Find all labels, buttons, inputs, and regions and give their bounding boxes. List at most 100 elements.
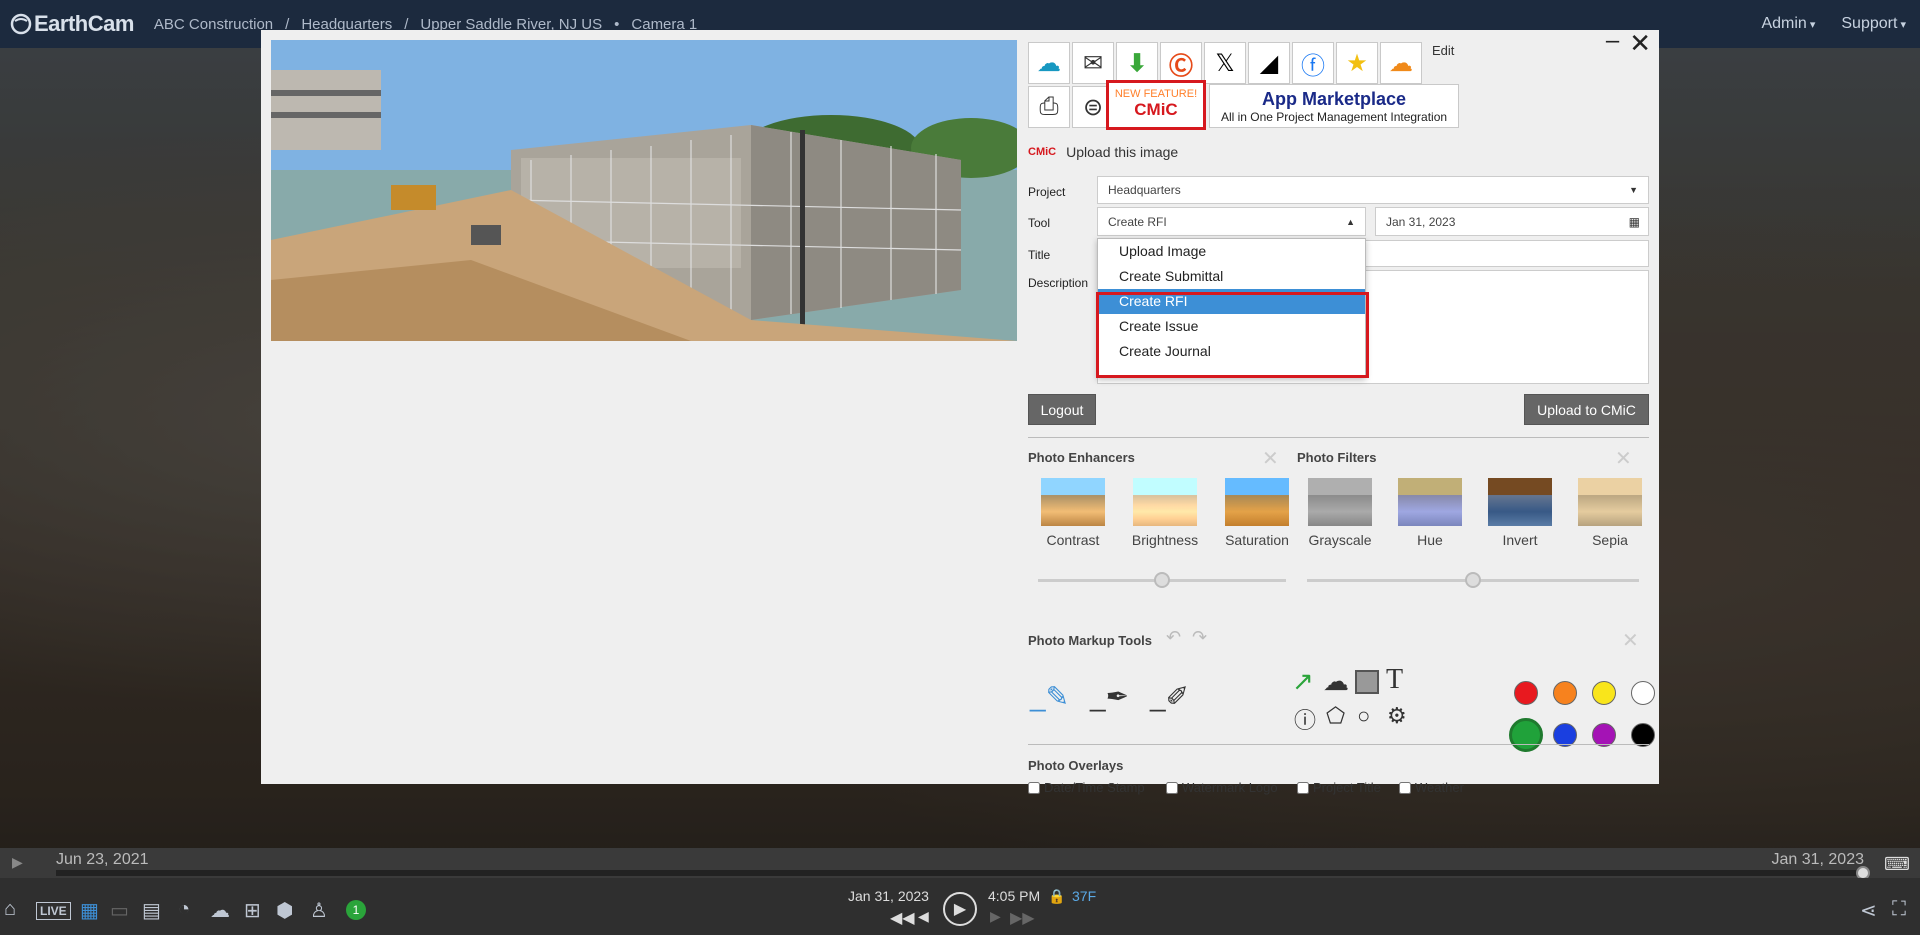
overlay-project-title-checkbox[interactable] — [1297, 781, 1309, 794]
breadcrumb-company[interactable]: ABC Construction — [154, 16, 273, 33]
favorite-star-icon[interactable]: ★ — [1336, 42, 1378, 84]
filter-sepia[interactable]: Sepia — [1565, 478, 1655, 548]
info-tool-icon[interactable]: ⓘ — [1294, 703, 1316, 735]
timeline-play-icon[interactable]: ▶ — [12, 854, 23, 871]
keyboard-icon[interactable]: ⌨ — [1884, 854, 1910, 875]
app-marketplace-title: App Marketplace — [1261, 89, 1407, 109]
support-menu[interactable]: Support — [1841, 15, 1906, 33]
fullscreen-icon[interactable]: ⛶ — [1892, 898, 1906, 921]
admin-menu[interactable]: Admin — [1761, 15, 1815, 33]
color-swatch[interactable] — [1509, 718, 1543, 752]
weather-icon[interactable]: ☁ — [210, 898, 230, 923]
timelapse-icon[interactable]: ▤ — [142, 898, 161, 923]
color-swatch[interactable] — [1514, 681, 1538, 705]
overlay-datetime-checkbox[interactable] — [1028, 781, 1040, 794]
edit-link[interactable]: Edit — [1432, 43, 1454, 58]
skip-forward-icon[interactable]: ▶▶ — [1010, 908, 1035, 928]
play-button[interactable]: ▶ — [943, 892, 977, 926]
overlay-weather[interactable]: Weather — [1399, 780, 1464, 795]
download-icon[interactable]: ⬇ — [1116, 42, 1158, 84]
new-feature-cmic-button[interactable]: NEW FEATURE! CMiC — [1106, 80, 1206, 130]
email-icon[interactable]: ✉ — [1072, 42, 1114, 84]
cloud-app-icon[interactable]: ☁ — [1380, 42, 1422, 84]
polygon-tool-icon[interactable]: ⬠ — [1326, 703, 1345, 729]
close-markup-icon[interactable]: ✕ — [1622, 628, 1639, 653]
speedometer-icon[interactable]: ◔ — [178, 898, 190, 921]
brightness-thumb — [1133, 478, 1197, 526]
person-icon[interactable]: ♙ — [310, 898, 328, 923]
cmic-app-icon[interactable]: Ⓒ — [1160, 42, 1202, 84]
overlay-project-title[interactable]: Project Title — [1297, 780, 1381, 795]
tool-option-create-submittal[interactable]: Create Submittal — [1098, 264, 1365, 289]
facebook-icon[interactable]: ⓕ — [1292, 42, 1334, 84]
overlay-watermark[interactable]: Watermark Logo — [1166, 780, 1278, 795]
share-icon[interactable]: ⋖ — [1860, 898, 1877, 923]
autodesk-icon[interactable]: ◢ — [1248, 42, 1290, 84]
cloud-tool-icon[interactable]: ☁ — [1323, 666, 1349, 697]
filter-hue[interactable]: Hue — [1385, 478, 1475, 548]
share-modal: – ✕ ☁ ✉ ⬇ Ⓒ 𝕏 ◢ ⓕ ★ ☁ Edit ⎙ ⊜ NEW FEATU… — [261, 29, 1659, 795]
color-swatch[interactable] — [1592, 681, 1616, 705]
pencil-tool-icon[interactable]: _✎ — [1030, 680, 1069, 713]
cube-icon[interactable]: ⬢ — [276, 898, 293, 923]
timeline-end-date: Jan 31, 2023 — [1771, 851, 1864, 868]
overlay-datetime[interactable]: Date/Time Stamp — [1028, 780, 1145, 795]
live-button[interactable]: LIVE — [36, 902, 71, 920]
step-back-icon[interactable]: ◀ — [918, 908, 929, 925]
color-swatch[interactable] — [1631, 681, 1655, 705]
app-marketplace-button[interactable]: App Marketplace All in One Project Manag… — [1209, 84, 1459, 128]
calendar-icon[interactable]: ▦ — [1629, 215, 1640, 229]
hue-thumb — [1398, 478, 1462, 526]
cmic-small-logo: CMiC — [1028, 146, 1057, 158]
notification-badge[interactable]: 1 — [346, 900, 366, 920]
film-icon[interactable]: ▦ — [80, 898, 99, 923]
close-enhancers-icon[interactable]: ✕ — [1262, 446, 1279, 471]
contrast-thumb — [1041, 478, 1105, 526]
close-filters-icon[interactable]: ✕ — [1615, 446, 1632, 471]
print-icon[interactable]: ⎙ — [1028, 86, 1070, 128]
player-bar: ⌂ LIVE ▦ ▭ ▤ ◔ ☁ ⊞ ⬢ ♙ 1 Jan 31, 2023 4:… — [0, 878, 1920, 935]
salesforce-icon[interactable]: ☁ — [1028, 42, 1070, 84]
overlay-watermark-checkbox[interactable] — [1166, 781, 1178, 794]
timeline-start-date: Jun 23, 2021 — [56, 851, 149, 868]
timeline-track[interactable] — [56, 870, 1866, 876]
date-input[interactable]: Jan 31, 2023 ▦ — [1375, 207, 1649, 236]
enhancer-contrast[interactable]: Contrast — [1028, 478, 1118, 548]
tool-option-upload-image[interactable]: Upload Image — [1098, 239, 1365, 264]
filter-slider-knob[interactable] — [1465, 572, 1481, 588]
pen-tool-icon[interactable]: _✒ — [1090, 680, 1129, 713]
text-tool-icon[interactable]: T — [1386, 664, 1403, 696]
circle-tool-icon[interactable]: ○ — [1357, 703, 1370, 729]
temperature: 37F — [1072, 888, 1097, 904]
enhancer-slider-knob[interactable] — [1154, 572, 1170, 588]
marker-tool-icon[interactable]: _✐ — [1150, 680, 1189, 713]
overlay-label: Weather — [1415, 780, 1464, 795]
enhancer-saturation[interactable]: Saturation — [1212, 478, 1302, 548]
saturation-thumb — [1225, 478, 1289, 526]
filter-invert[interactable]: Invert — [1475, 478, 1565, 548]
app-marketplace-subtitle: All in One Project Management Integratio… — [1220, 110, 1448, 124]
undo-icon[interactable]: ↶ — [1166, 627, 1181, 648]
enhancer-brightness[interactable]: Brightness — [1120, 478, 1210, 548]
logout-button[interactable]: Logout — [1028, 394, 1096, 425]
home-icon[interactable]: ⌂ — [4, 898, 16, 921]
grid-icon[interactable]: ⊞ — [244, 898, 261, 923]
highlight-box — [1096, 292, 1369, 378]
filter-grayscale[interactable]: Grayscale — [1295, 478, 1385, 548]
x-twitter-icon[interactable]: 𝕏 — [1204, 42, 1246, 84]
earthcam-logo[interactable]: EarthCam — [10, 11, 134, 37]
color-swatch[interactable] — [1553, 681, 1577, 705]
redo-icon[interactable]: ↷ — [1192, 627, 1207, 648]
skip-back-icon[interactable]: ◀◀ — [890, 908, 915, 928]
rectangle-tool-icon[interactable] — [1355, 670, 1379, 694]
stamp-tool-icon[interactable]: ⚙ — [1387, 703, 1407, 729]
step-forward-icon[interactable]: ▶ — [990, 908, 1001, 925]
filter-label: Grayscale — [1308, 532, 1372, 548]
earthcam-globe-icon — [10, 13, 32, 35]
project-select[interactable]: Headquarters ▼ — [1097, 176, 1649, 204]
arrow-tool-icon[interactable]: ↗ — [1292, 666, 1314, 697]
hd-icon[interactable]: ▭ — [110, 898, 129, 923]
overlay-weather-checkbox[interactable] — [1399, 781, 1411, 794]
upload-to-cmic-button[interactable]: Upload to CMiC — [1524, 394, 1649, 425]
tool-select[interactable]: Create RFI ▲ — [1097, 207, 1366, 236]
